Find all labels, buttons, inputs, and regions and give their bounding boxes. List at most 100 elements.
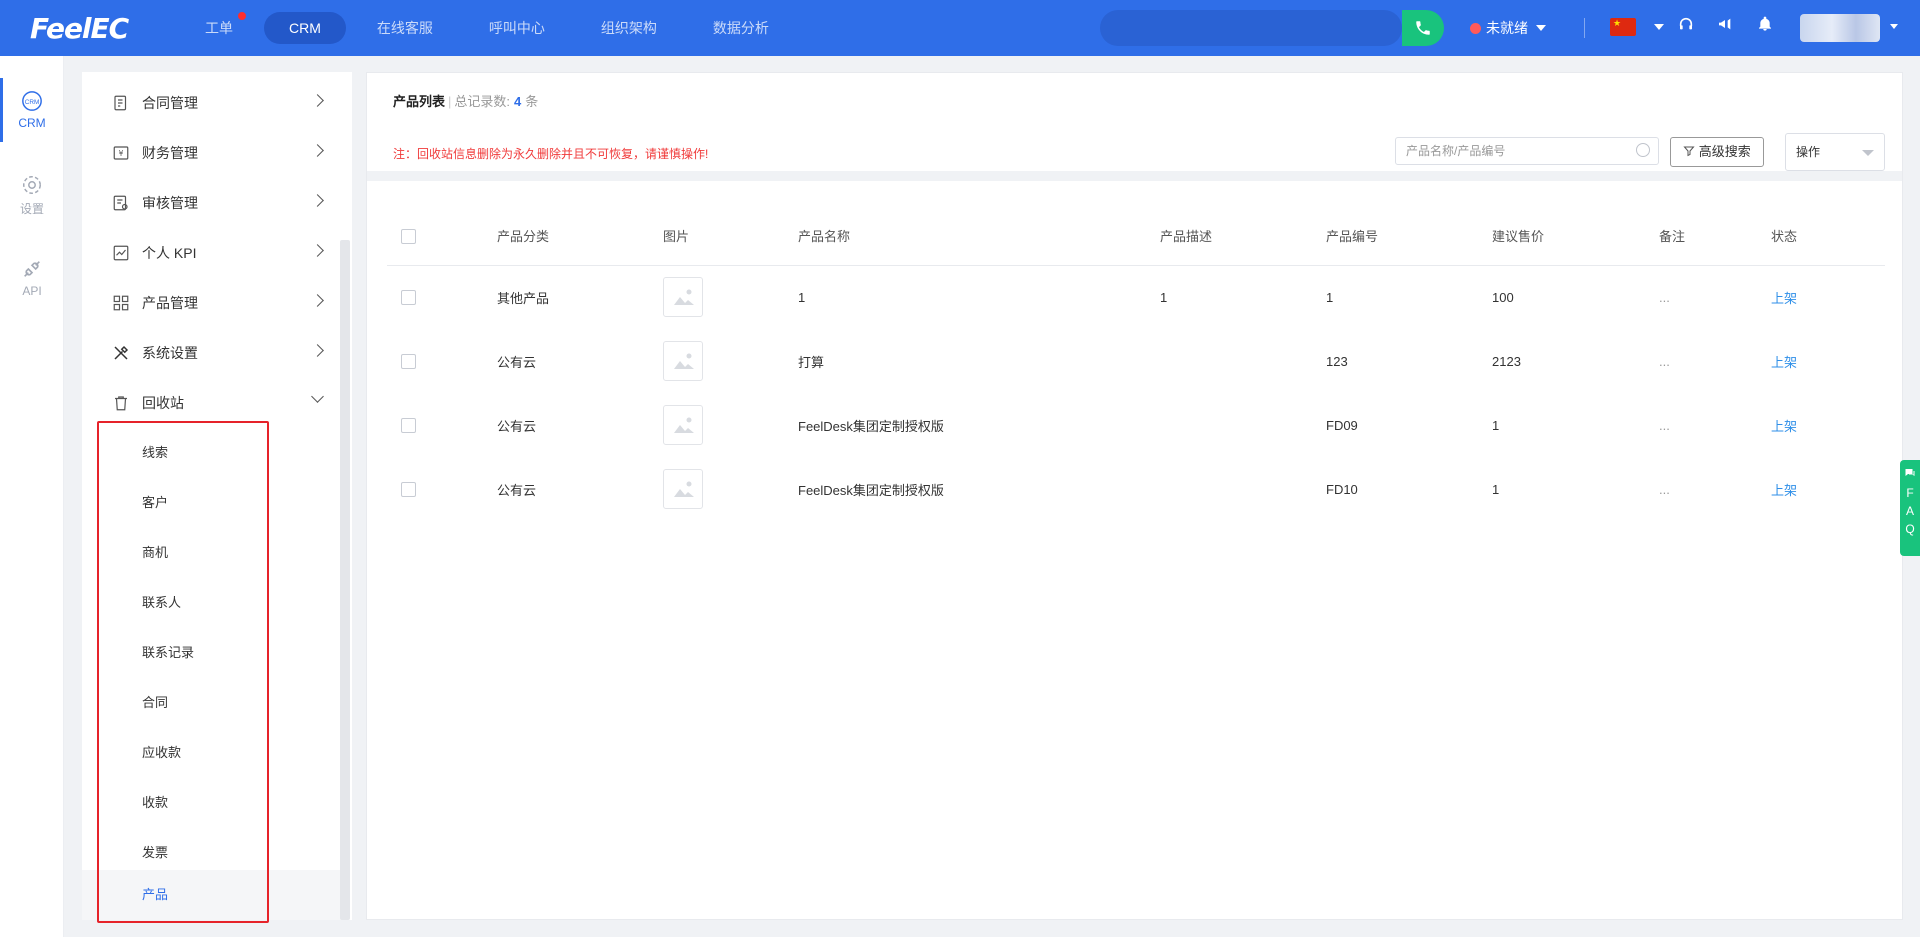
chevron-down-icon[interactable]	[1890, 24, 1898, 29]
api-plug-icon	[24, 261, 40, 277]
cell-price: 100	[1492, 289, 1514, 305]
row-checkbox[interactable]	[401, 418, 416, 434]
rail-item-api[interactable]: API	[0, 246, 64, 310]
operation-select[interactable]: 操作	[1785, 133, 1885, 171]
contract-icon	[114, 95, 127, 111]
svg-text:¥: ¥	[119, 149, 124, 158]
nav-tab-label: 数据分析	[712, 20, 769, 36]
column-header[interactable]: 建议售价	[1492, 207, 1659, 266]
cell-description	[1160, 457, 1326, 521]
cell-category: 公有云	[497, 354, 537, 370]
column-header[interactable]: 产品分类	[497, 207, 663, 266]
status-dot	[1470, 22, 1481, 34]
recycle-bin-icon	[115, 396, 127, 411]
cell-status[interactable]: 上架	[1771, 329, 1885, 393]
nav-tab-online-service[interactable]: 在线客服	[352, 12, 458, 44]
nav-tab-data-analysis[interactable]: 数据分析	[688, 12, 794, 44]
menu-item-label: 审核管理	[142, 195, 198, 211]
total-unit: 条	[525, 94, 539, 109]
column-header[interactable]: 产品描述	[1160, 207, 1326, 266]
warning-notice: 注：回收站信息删除为永久删除并且不可恢复，请谨慎操作!	[393, 147, 709, 161]
nav-tab-organization[interactable]: 组织架构	[576, 12, 682, 44]
china-flag-icon[interactable]: ★	[1610, 18, 1636, 36]
select-all-checkbox[interactable]	[401, 228, 416, 244]
divider	[1584, 18, 1585, 38]
chevron-right-icon	[311, 244, 324, 257]
faq-letter: A	[1905, 504, 1914, 518]
feelec-logo[interactable]: FeelEC	[30, 12, 129, 45]
menu-item-label: 个人 KPI	[142, 245, 197, 261]
menu-item-label: 财务管理	[142, 145, 198, 161]
image-placeholder-icon[interactable]	[663, 341, 703, 381]
column-header: 状态	[1771, 207, 1885, 266]
image-placeholder-icon[interactable]	[663, 277, 703, 318]
total-label: 总记录数:	[454, 94, 511, 109]
menu-item-label: 产品管理	[142, 295, 198, 311]
column-header: 图片	[663, 207, 798, 266]
nav-tab-crm[interactable]: CRM	[264, 12, 346, 44]
cell-description: 1	[1160, 289, 1168, 305]
headset-icon[interactable]	[1675, 16, 1697, 38]
finance-icon: ¥	[113, 146, 129, 160]
menu-item-label: 回收站	[142, 395, 184, 411]
bell-icon[interactable]	[1754, 16, 1776, 38]
cell-name: 打算	[798, 354, 825, 370]
table-row[interactable]: 公有云 FeelDesk集团定制授权版 FD10 1 ... 上架	[387, 457, 1885, 521]
cell-price: 1	[1492, 481, 1500, 497]
advanced-search-button[interactable]: 高级搜索	[1670, 137, 1764, 167]
image-placeholder-icon[interactable]	[663, 405, 703, 445]
product-table: 产品分类 图片 产品名称 产品描述 产品编号 建议售价 备注 状态 其他产品 1…	[387, 207, 1885, 521]
menu-scrollbar[interactable]	[340, 240, 350, 920]
user-avatar[interactable]	[1800, 14, 1880, 42]
menu-item-audit-management[interactable]: 审核管理	[82, 178, 342, 228]
total-count: 4	[514, 94, 522, 109]
chevron-right-icon	[311, 294, 324, 307]
megaphone-icon[interactable]	[1714, 16, 1736, 38]
image-placeholder-icon[interactable]	[663, 469, 703, 509]
rail-item-crm[interactable]: CRM CRM	[0, 78, 64, 142]
table-row[interactable]: 其他产品 1 1 1 100 ... 上架	[387, 265, 1885, 329]
rail-item-settings[interactable]: 设置	[0, 162, 64, 226]
table-row[interactable]: 公有云 打算 123 2123 ... 上架	[387, 329, 1885, 393]
nav-tab-label: 在线客服	[376, 20, 433, 36]
cell-status[interactable]: 上架	[1771, 393, 1885, 457]
phone-number-input[interactable]	[1100, 10, 1402, 46]
table-row[interactable]: 公有云 FeelDesk集团定制授权版 FD09 1 ... 上架	[387, 393, 1885, 457]
notification-dot	[238, 12, 246, 20]
cell-description	[1160, 393, 1326, 457]
top-navigation-bar: FeelEC 工单 CRM 在线客服 呼叫中心 组织架构 数据分析 未就绪 ★	[0, 0, 1920, 56]
chevron-right-icon	[311, 94, 324, 107]
menu-item-system-settings[interactable]: 系统设置	[82, 328, 342, 378]
nav-tab-ticket[interactable]: 工单	[180, 12, 258, 44]
menu-item-personal-kpi[interactable]: 个人 KPI	[82, 228, 342, 278]
cell-status[interactable]: 上架	[1771, 457, 1885, 521]
agent-status-dropdown[interactable]: 未就绪	[1470, 18, 1546, 38]
cell-code: 1	[1326, 289, 1334, 305]
nav-tab-label: 组织架构	[600, 20, 657, 36]
menu-item-product-management[interactable]: 产品管理	[82, 278, 342, 328]
row-checkbox[interactable]	[401, 290, 416, 306]
product-search-input[interactable]: 产品名称/产品编号	[1395, 137, 1659, 165]
rail-label: API	[22, 284, 42, 298]
audit-icon	[113, 195, 128, 211]
cell-category: 公有云	[497, 418, 537, 434]
search-placeholder: 产品名称/产品编号	[1406, 144, 1506, 158]
cell-status[interactable]: 上架	[1771, 265, 1885, 329]
rail-label: 设置	[19, 202, 44, 216]
cell-code: FD10	[1326, 481, 1358, 497]
page-title: 产品列表 | 总记录数: 4 条	[393, 94, 539, 109]
search-icon[interactable]	[1636, 143, 1650, 157]
call-button[interactable]	[1402, 10, 1444, 46]
column-header[interactable]: 产品编号	[1326, 207, 1492, 266]
row-checkbox[interactable]	[401, 354, 416, 370]
menu-item-contract-management[interactable]: 合同管理	[82, 78, 342, 128]
nav-tab-call-center[interactable]: 呼叫中心	[464, 12, 570, 44]
faq-tab[interactable]: F A Q	[1900, 460, 1920, 556]
column-header: 备注	[1659, 207, 1771, 266]
column-header[interactable]: 产品名称	[798, 207, 1160, 266]
chevron-down-icon[interactable]	[1654, 24, 1664, 30]
menu-item-finance-management[interactable]: ¥ 财务管理	[82, 128, 342, 178]
chat-icon	[1905, 469, 1915, 476]
row-checkbox[interactable]	[401, 482, 416, 498]
table-header-row: 产品分类 图片 产品名称 产品描述 产品编号 建议售价 备注 状态	[387, 207, 1885, 266]
